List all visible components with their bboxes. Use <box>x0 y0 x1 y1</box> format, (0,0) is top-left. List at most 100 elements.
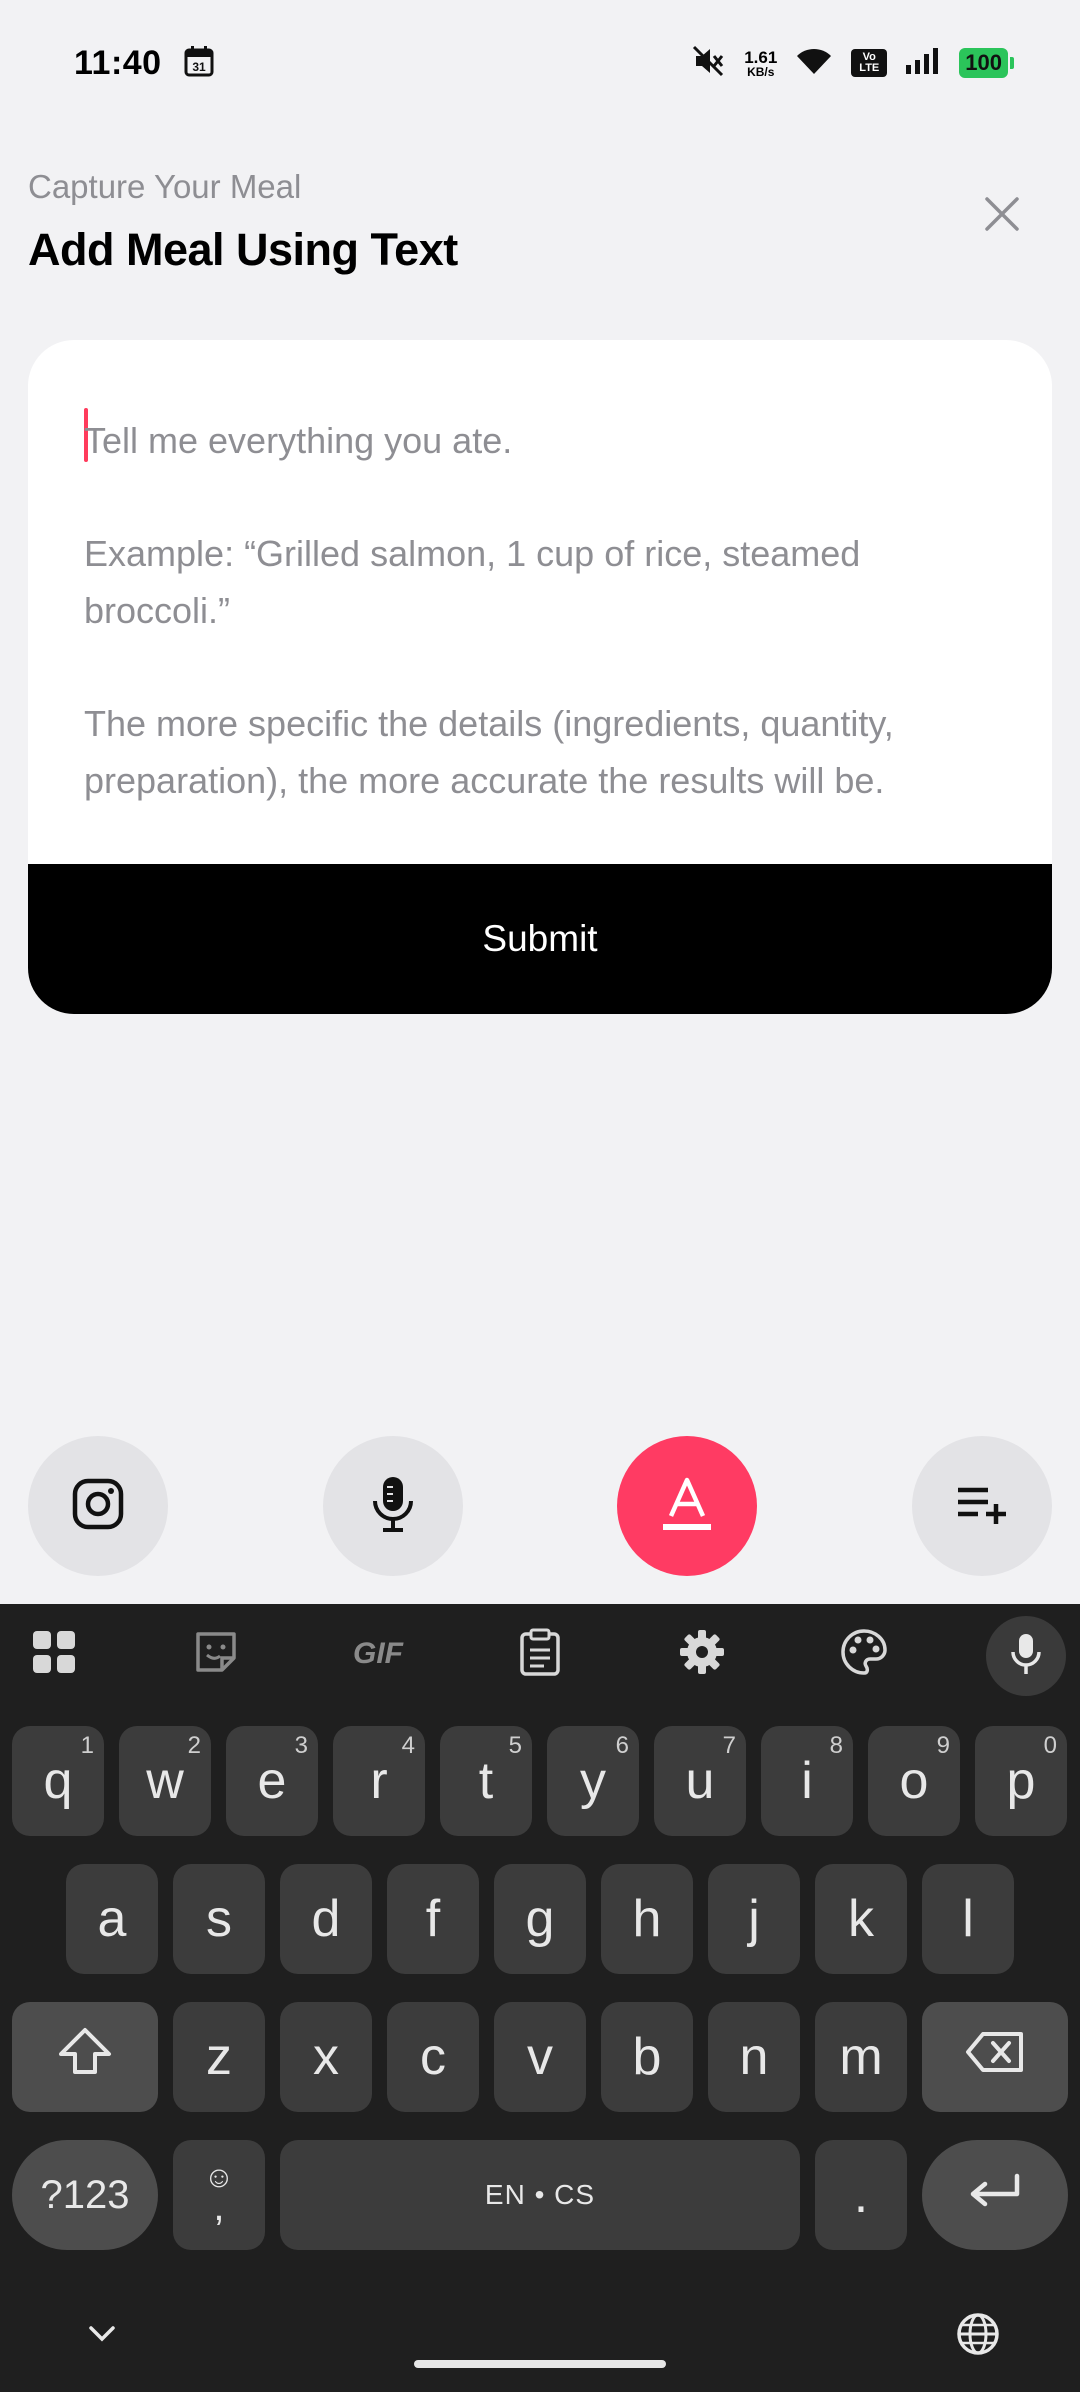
key-z[interactable]: z <box>173 2002 265 2112</box>
key-g[interactable]: g <box>494 1864 586 1974</box>
key-u[interactable]: u7 <box>654 1726 746 1836</box>
apps-grid-icon <box>31 1629 77 1680</box>
key-t[interactable]: t5 <box>440 1726 532 1836</box>
volte-bottom: LTE <box>859 62 880 74</box>
key-label: p <box>1006 1752 1036 1810</box>
gif-button[interactable]: GIF <box>346 1624 410 1684</box>
key-label: f <box>425 1890 441 1948</box>
placeholder-line-1: Tell me everything you ate. <box>84 420 513 461</box>
key-label: l <box>962 1890 974 1948</box>
key-i[interactable]: i8 <box>761 1726 853 1836</box>
meal-input-card: Tell me everything you ate. Example: “Gr… <box>28 340 1052 1014</box>
key-label: a <box>97 1890 127 1948</box>
key-label: r <box>370 1752 388 1810</box>
key-label: m <box>839 2028 883 2086</box>
settings-button[interactable] <box>672 1624 732 1684</box>
key-number-hint: 8 <box>829 1732 843 1759</box>
key-c[interactable]: c <box>387 2002 479 2112</box>
key-b[interactable]: b <box>601 2002 693 2112</box>
key-s[interactable]: s <box>173 1864 265 1974</box>
backspace-key[interactable] <box>922 2002 1068 2112</box>
key-label: t <box>478 1752 494 1810</box>
chevron-down-icon <box>87 2324 117 2349</box>
key-r[interactable]: r4 <box>333 1726 425 1836</box>
net-speed-unit: KB/s <box>747 64 775 79</box>
header: Capture Your Meal Add Meal Using Text <box>28 168 1052 276</box>
key-number-hint: 2 <box>187 1732 201 1759</box>
key-j[interactable]: j <box>708 1864 800 1974</box>
key-label: s <box>206 1890 232 1948</box>
microphone-icon <box>371 1475 415 1538</box>
text-icon <box>661 1476 713 1537</box>
close-button[interactable] <box>972 186 1032 246</box>
period-key[interactable]: . <box>815 2140 907 2250</box>
comma-label: , <box>213 2185 225 2229</box>
add-to-list-button[interactable] <box>912 1436 1052 1576</box>
net-speed-value: 1.61 <box>744 47 778 67</box>
key-label: c <box>420 2028 446 2086</box>
gear-icon <box>678 1628 726 1681</box>
key-d[interactable]: d <box>280 1864 372 1974</box>
key-number-hint: 3 <box>294 1732 308 1759</box>
hide-keyboard-button[interactable] <box>72 2306 132 2366</box>
key-label: d <box>311 1890 341 1948</box>
emoji-comma-key[interactable]: ☺, <box>173 2140 265 2250</box>
space-key[interactable]: EN • CS <box>280 2140 800 2250</box>
key-label: o <box>899 1752 929 1810</box>
theme-button[interactable] <box>834 1624 894 1684</box>
key-n[interactable]: n <box>708 2002 800 2112</box>
key-l[interactable]: l <box>922 1864 1014 1974</box>
palette-icon <box>840 1628 888 1681</box>
symbols-key[interactable]: ?123 <box>12 2140 158 2250</box>
voice-mode-button[interactable] <box>323 1436 463 1576</box>
clipboard-button[interactable] <box>510 1624 570 1684</box>
gif-label: GIF <box>353 1637 403 1670</box>
status-time: 11:40 <box>74 43 162 82</box>
backspace-icon <box>965 2027 1025 2087</box>
key-label: x <box>313 2028 339 2086</box>
placeholder-line-2: Example: “Grilled salmon, 1 cup of rice,… <box>84 533 861 631</box>
key-e[interactable]: e3 <box>226 1726 318 1836</box>
key-label: u <box>685 1752 715 1810</box>
add-to-list-icon <box>956 1482 1008 1531</box>
status-bar: 11:40 31 1.61 KB/s Vo LTE 100 <box>0 0 1080 126</box>
key-label: j <box>748 1890 760 1948</box>
key-o[interactable]: o9 <box>868 1726 960 1836</box>
key-m[interactable]: m <box>815 2002 907 2112</box>
sticker-button[interactable] <box>186 1624 246 1684</box>
meal-text-input[interactable]: Tell me everything you ate. Example: “Gr… <box>84 412 1004 809</box>
key-label: n <box>739 2028 769 2086</box>
keyboard-voice-button[interactable] <box>986 1616 1066 1696</box>
key-label: h <box>632 1890 662 1948</box>
wifi-icon <box>795 46 833 81</box>
globe-icon <box>956 2312 1000 2361</box>
emoji-comma-label: ☺, <box>204 2163 235 2229</box>
key-h[interactable]: h <box>601 1864 693 1974</box>
page-subtitle: Capture Your Meal <box>28 168 302 205</box>
key-p[interactable]: p0 <box>975 1726 1067 1836</box>
text-mode-button[interactable] <box>617 1436 757 1576</box>
key-label: g <box>525 1890 555 1948</box>
instagram-icon <box>72 1478 124 1535</box>
instagram-mode-button[interactable] <box>28 1436 168 1576</box>
key-k[interactable]: k <box>815 1864 907 1974</box>
key-a[interactable]: a <box>66 1864 158 1974</box>
language-button[interactable] <box>948 2306 1008 2366</box>
microphone-icon <box>1010 1632 1042 1681</box>
apps-grid-button[interactable] <box>24 1624 84 1684</box>
key-number-hint: 6 <box>615 1732 629 1759</box>
key-number-hint: 5 <box>508 1732 522 1759</box>
keyboard-toolbar: GIF <box>0 1604 1080 1704</box>
key-v[interactable]: v <box>494 2002 586 2112</box>
key-w[interactable]: w2 <box>119 1726 211 1836</box>
key-f[interactable]: f <box>387 1864 479 1974</box>
key-x[interactable]: x <box>280 2002 372 2112</box>
keyboard: GIF q 1 w 2 e 3 r 4 t 5 y 6 u 7 i 8 o 9 … <box>0 1604 1080 2392</box>
enter-key[interactable] <box>922 2140 1068 2250</box>
key-q[interactable]: q1 <box>12 1726 104 1836</box>
submit-button[interactable]: Submit <box>28 864 1052 1014</box>
clipboard-icon <box>518 1628 562 1681</box>
key-y[interactable]: y6 <box>547 1726 639 1836</box>
shift-key[interactable] <box>12 2002 158 2112</box>
page-title: Add Meal Using Text <box>28 224 458 275</box>
